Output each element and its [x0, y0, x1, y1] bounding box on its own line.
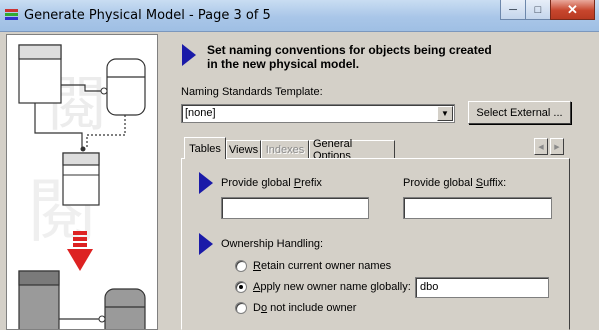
tab-scroll-right-button[interactable]: ▶ — [550, 138, 564, 155]
retain-owner-accel: R — [253, 260, 261, 272]
window-title: Generate Physical Model - Page 3 of 5 — [24, 8, 271, 23]
retain-owner-text: etain current owner names — [260, 260, 392, 272]
prefix-arrow-icon — [199, 172, 213, 194]
chevron-right-icon: ▶ — [554, 143, 560, 151]
app-icon — [5, 9, 18, 20]
dropdown-button[interactable]: ▼ — [437, 106, 453, 121]
tab-scroll-left-button[interactable]: ◀ — [534, 138, 548, 155]
page-header: Set naming conventions for objects being… — [207, 43, 492, 71]
close-icon: ✕ — [567, 1, 578, 17]
model-diagram-image: 閱 閱 — [18, 44, 146, 329]
tab-tables[interactable]: Tables — [184, 137, 226, 159]
tab-general-options[interactable]: General Options — [309, 138, 395, 162]
no-owner-label[interactable]: Do not include owner — [253, 302, 356, 314]
no-owner-radio[interactable] — [235, 302, 247, 314]
close-button[interactable]: ✕ — [550, 0, 595, 20]
suffix-input[interactable] — [403, 197, 552, 219]
maximize-icon: □ — [534, 3, 542, 16]
tab-views[interactable]: Views — [226, 140, 261, 159]
naming-template-value: [none] — [185, 107, 216, 119]
ownership-arrow-icon — [199, 233, 213, 255]
no-owner-text: not include owner — [267, 302, 357, 314]
apply-owner-label[interactable]: Apply new owner name globally: — [253, 281, 411, 293]
prefix-label-rest: refix — [301, 177, 322, 189]
retain-owner-label[interactable]: Retain current owner names — [253, 260, 391, 272]
chevron-down-icon: ▼ — [441, 109, 449, 118]
maximize-button[interactable]: □ — [525, 0, 551, 20]
header-arrow-icon — [182, 44, 196, 66]
chevron-left-icon: ◀ — [538, 143, 544, 151]
title-bar: Generate Physical Model - Page 3 of 5 ─ … — [0, 0, 599, 32]
no-owner-pre: D — [253, 302, 261, 314]
suffix-label-rest: uffix: — [483, 177, 507, 189]
minimize-icon: ─ — [509, 3, 517, 16]
apply-owner-radio[interactable] — [235, 281, 247, 293]
select-external-label: Select External ... — [476, 106, 563, 119]
header-line2: in the new physical model. — [207, 57, 360, 71]
owner-name-input[interactable]: dbo — [415, 277, 549, 298]
naming-template-select[interactable]: [none] ▼ — [181, 104, 455, 123]
apply-owner-text: pply new owner name globally: — [260, 281, 411, 293]
suffix-label-text: Provide global — [403, 177, 476, 189]
minimize-button[interactable]: ─ — [500, 0, 526, 20]
window-controls: ─ □ ✕ — [500, 0, 595, 20]
tab-label: Indexes — [265, 143, 305, 156]
tab-indexes[interactable]: Indexes — [261, 140, 309, 159]
prefix-input[interactable] — [221, 197, 369, 219]
select-external-button[interactable]: Select External ... — [468, 101, 571, 124]
retain-owner-radio[interactable] — [235, 260, 247, 272]
header-line1: Set naming conventions for objects being… — [207, 43, 492, 57]
prefix-label-text: Provide global — [221, 177, 294, 189]
prefix-label: Provide global Prefix — [221, 177, 322, 189]
tab-label: Views — [228, 143, 259, 156]
owner-name-value: dbo — [420, 281, 439, 293]
naming-template-label: Naming Standards Template: — [181, 86, 323, 98]
tab-label: Tables — [189, 142, 221, 155]
ownership-label: Ownership Handling: — [221, 238, 324, 250]
suffix-label: Provide global Suffix: — [403, 177, 506, 189]
wizard-illustration: 閱 閱 — [6, 34, 158, 330]
